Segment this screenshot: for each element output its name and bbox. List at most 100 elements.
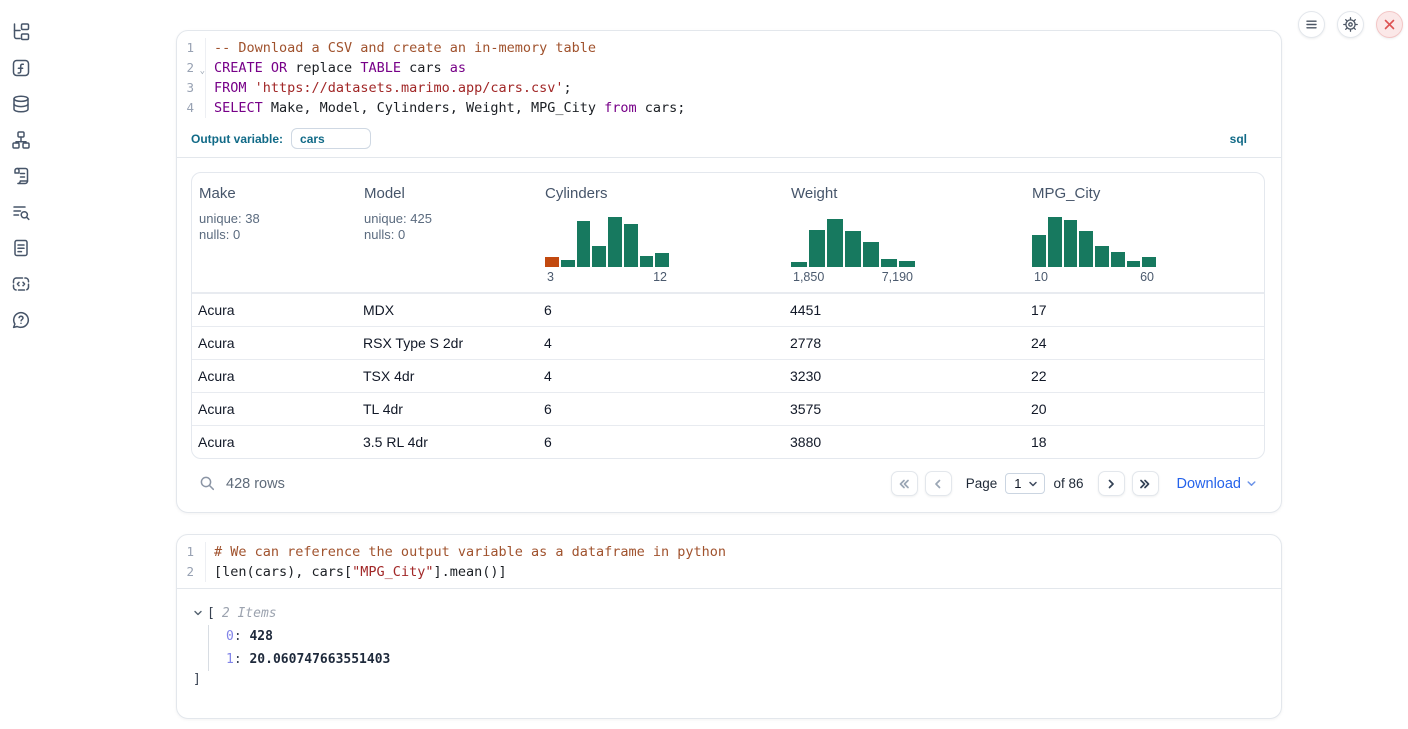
line-number: 1: [177, 542, 206, 562]
menu-button[interactable]: [1298, 11, 1325, 38]
search-icon[interactable]: [199, 475, 216, 492]
histogram-cylinders[interactable]: 312: [545, 215, 669, 284]
page-total-label: of 86: [1053, 476, 1083, 491]
table-cell: 24: [1031, 335, 1264, 351]
histogram-bar: [592, 246, 606, 267]
table-cell: Acura: [198, 401, 363, 417]
table-row[interactable]: Acura3.5 RL 4dr6388018: [192, 425, 1264, 458]
snippets-icon[interactable]: [11, 274, 31, 294]
column-header-model[interactable]: Modelunique: 425nulls: 0: [363, 185, 544, 284]
page-select[interactable]: 1: [1005, 473, 1045, 494]
table-row[interactable]: AcuraRSX Type S 2dr4277824: [192, 326, 1264, 359]
code-line: 3FROM 'https://datasets.marimo.app/cars.…: [177, 78, 1281, 98]
chevron-down-icon: [1246, 478, 1257, 489]
column-header-cylinders[interactable]: Cylinders 312: [544, 185, 790, 284]
column-label: Cylinders: [545, 185, 790, 202]
stat-line: unique: 425: [364, 211, 544, 227]
close-button[interactable]: [1376, 11, 1403, 38]
output-variable-input[interactable]: [291, 128, 371, 149]
python-code-editor[interactable]: 1# We can reference the output variable …: [177, 535, 1281, 588]
close-icon: [1383, 18, 1396, 31]
item-value: 20.060747663551403: [249, 652, 390, 667]
sql-cell: 1-- Download a CSV and create an in-memo…: [176, 30, 1282, 513]
logs-search-icon[interactable]: [11, 202, 31, 222]
open-bracket: [: [207, 606, 215, 621]
sql-code-editor[interactable]: 1-- Download a CSV and create an in-memo…: [177, 31, 1281, 124]
line-number: 1: [177, 38, 206, 58]
column-header-weight[interactable]: Weight 1,8507,190: [790, 185, 1031, 284]
histogram-bar: [881, 259, 897, 267]
column-header-make[interactable]: Makeunique: 38nulls: 0: [198, 185, 363, 284]
table-cell: Acura: [198, 368, 363, 384]
python-cell: 1# We can reference the output variable …: [176, 534, 1282, 719]
column-label: Weight: [791, 185, 1031, 202]
code-text: [len(cars), cars["MPG_City"].mean()]: [206, 562, 507, 582]
histogram-bars: [1032, 215, 1156, 267]
help-icon[interactable]: [11, 310, 31, 330]
output-list-header: [ 2 Items: [193, 603, 1265, 623]
stat-line: nulls: 0: [199, 227, 363, 243]
first-page-button[interactable]: [891, 471, 918, 496]
table-cell: 3880: [790, 434, 1031, 450]
next-page-button[interactable]: [1098, 471, 1125, 496]
table-row[interactable]: AcuraTL 4dr6357520: [192, 392, 1264, 425]
dependency-graph-icon[interactable]: [11, 130, 31, 150]
row-count: 428 rows: [226, 476, 285, 492]
function-icon[interactable]: [11, 58, 31, 78]
settings-button[interactable]: [1337, 11, 1364, 38]
column-header-mpg_city[interactable]: MPG_City1060: [1031, 185, 1264, 284]
table-cell: 6: [544, 434, 790, 450]
language-badge: sql: [1230, 132, 1247, 146]
output-variable-label: Output variable:: [191, 132, 283, 146]
axis-min-label: 1,850: [793, 270, 824, 284]
code-line: 2[len(cars), cars["MPG_City"].mean()]: [177, 562, 1281, 582]
chevron-left-icon: [931, 477, 945, 491]
database-icon[interactable]: [11, 94, 31, 114]
histogram-bar: [655, 253, 669, 267]
close-bracket: ]: [193, 672, 1265, 692]
table-cell: 4: [544, 335, 790, 351]
table-cell: MDX: [363, 302, 544, 318]
histogram-mpg_city[interactable]: 1060: [1032, 215, 1156, 284]
histogram-bar: [827, 219, 843, 267]
output-list-item: 1: 20.060747663551403: [226, 648, 1265, 671]
output-list-item: 0: 428: [226, 625, 1265, 648]
table-cell: 3.5 RL 4dr: [363, 434, 544, 450]
table-row[interactable]: AcuraMDX6445117: [192, 293, 1264, 326]
scratchpad-icon[interactable]: [11, 166, 31, 186]
table-cell: 6: [544, 302, 790, 318]
code-line: 1-- Download a CSV and create an in-memo…: [177, 38, 1281, 58]
histogram-bar: [1111, 252, 1125, 267]
histogram-bar: [545, 257, 559, 267]
histogram-bar: [1079, 231, 1093, 267]
histogram-bar: [845, 231, 861, 267]
download-button[interactable]: Download: [1177, 476, 1258, 492]
table-header: Makeunique: 38nulls: 0Modelunique: 425nu…: [192, 173, 1264, 293]
stat-line: nulls: 0: [364, 227, 544, 243]
file-tree-icon[interactable]: [11, 22, 31, 42]
items-count-label: 2 Items: [222, 606, 277, 621]
table-footer: 428 rows Page 1 of 86: [177, 459, 1281, 512]
histogram-axis: 312: [545, 270, 669, 284]
histogram-bar: [899, 261, 915, 267]
collapse-chevron-icon[interactable]: [193, 608, 207, 618]
table-cell: Acura: [198, 434, 363, 450]
histogram-bar: [561, 260, 575, 267]
window-controls: [1298, 11, 1403, 38]
table-body: AcuraMDX6445117AcuraRSX Type S 2dr427782…: [192, 293, 1264, 458]
histogram-bar: [1048, 217, 1062, 267]
table-cell: 4451: [790, 302, 1031, 318]
code-text: # We can reference the output variable a…: [206, 542, 726, 562]
chevron-down-icon: [1028, 479, 1038, 489]
documentation-icon[interactable]: [11, 238, 31, 258]
table-cell: Acura: [198, 302, 363, 318]
previous-page-button[interactable]: [925, 471, 952, 496]
table-cell: 4: [544, 368, 790, 384]
table-cell: 6: [544, 401, 790, 417]
table-cell: 2778: [790, 335, 1031, 351]
code-text: SELECT Make, Model, Cylinders, Weight, M…: [206, 98, 685, 118]
histogram-weight[interactable]: 1,8507,190: [791, 215, 915, 284]
gear-icon: [1342, 16, 1359, 33]
table-row[interactable]: AcuraTSX 4dr4323022: [192, 359, 1264, 392]
last-page-button[interactable]: [1132, 471, 1159, 496]
